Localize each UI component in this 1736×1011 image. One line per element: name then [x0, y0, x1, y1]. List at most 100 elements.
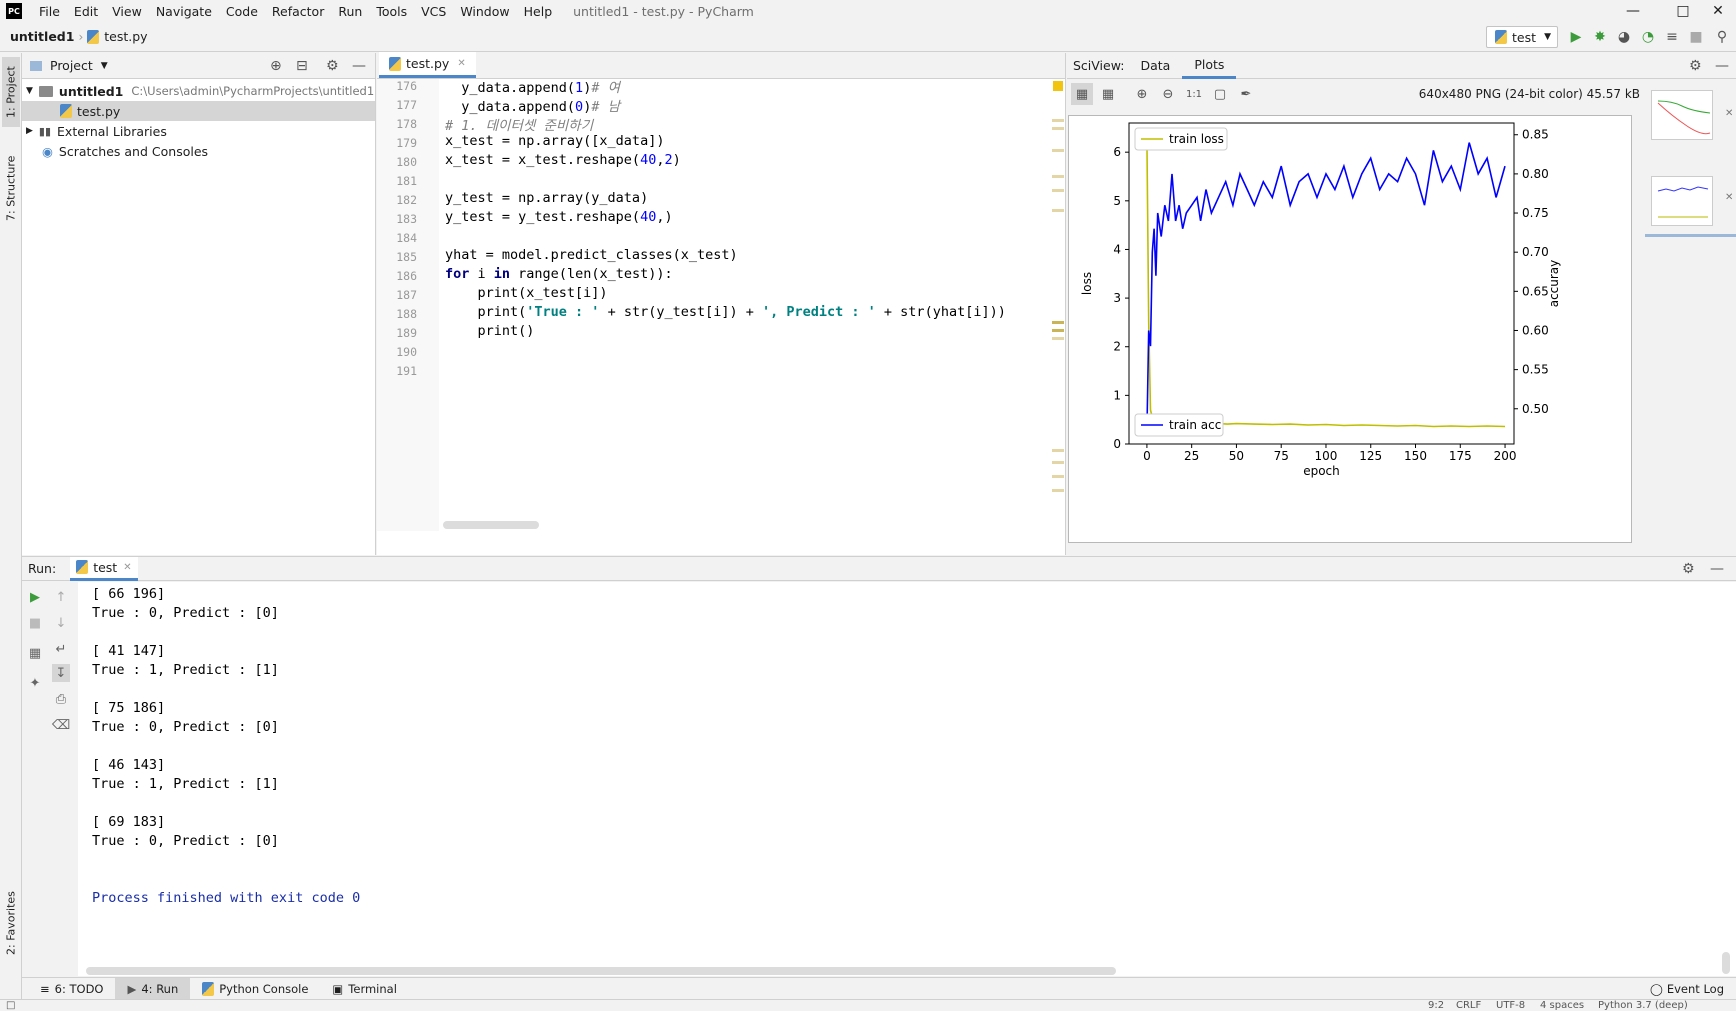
gear-icon[interactable]: ⚙: [1689, 58, 1702, 74]
tree-item-external-libraries[interactable]: ▶ ▮▮ External Libraries: [22, 121, 375, 141]
tab-data[interactable]: Data: [1128, 53, 1182, 79]
debug-icon[interactable]: ✸: [1592, 29, 1608, 45]
status-position[interactable]: 9:2: [1428, 1000, 1444, 1011]
tab-structure[interactable]: 7: Structure: [2, 143, 20, 233]
actual-size-button[interactable]: 1:1: [1183, 83, 1205, 105]
stripe-mark[interactable]: [1052, 475, 1064, 478]
hide-panel-icon[interactable]: —: [1710, 561, 1724, 577]
tab-plots[interactable]: Plots: [1182, 53, 1237, 79]
run-console[interactable]: [ 66 196] True : 0, Predict : [0] [ 41 1…: [78, 582, 1736, 976]
rerun-icon[interactable]: ▶: [26, 588, 44, 606]
close-thumbnail-icon[interactable]: ✕: [1725, 108, 1733, 119]
grid-icon[interactable]: ▦: [1097, 83, 1119, 105]
stripe-mark[interactable]: [1052, 461, 1064, 464]
stripe-mark[interactable]: [1052, 489, 1064, 492]
zoom-in-icon[interactable]: ⊕: [1131, 83, 1153, 105]
code-editor[interactable]: test.py ✕ 176 177 178 179 180 181 182 18…: [377, 52, 1066, 555]
minimize-icon[interactable]: —: [1610, 0, 1656, 22]
trash-icon[interactable]: ⌫: [52, 716, 70, 734]
status-encoding[interactable]: UTF-8: [1496, 1000, 1525, 1011]
editor-horizontal-scrollbar[interactable]: [443, 521, 539, 529]
search-icon[interactable]: ⚲: [1714, 29, 1730, 45]
tab-test-py[interactable]: test.py ✕: [379, 52, 476, 78]
pin-icon[interactable]: ✦: [26, 674, 44, 692]
soft-wrap-icon[interactable]: ↵: [52, 640, 70, 658]
plot-image[interactable]: 0 25 50 75 100 125 150 175 200 0 1 2 3 4 5 6 0.50 0.55 0.6…: [1068, 115, 1632, 543]
tab-run[interactable]: ▶ 4: Run: [115, 977, 191, 1000]
stripe-mark[interactable]: [1052, 329, 1064, 332]
stripe-mark[interactable]: [1052, 175, 1064, 178]
stripe-mark[interactable]: [1052, 321, 1064, 324]
color-picker-icon[interactable]: ✒: [1235, 83, 1257, 105]
tab-todo[interactable]: ≡ 6: TODO: [28, 978, 115, 1000]
warning-indicator-icon[interactable]: [1053, 81, 1063, 91]
menu-refactor[interactable]: Refactor: [265, 4, 331, 19]
hide-panel-icon[interactable]: —: [1715, 58, 1729, 74]
print-icon[interactable]: ⎙: [52, 690, 70, 708]
gear-icon[interactable]: ⚙: [1682, 561, 1695, 577]
stripe-mark[interactable]: [1052, 337, 1064, 340]
tree-item-project-root[interactable]: ▼ untitled1 C:\Users\admin\PycharmProjec…: [22, 81, 375, 101]
tab-python-console[interactable]: Python Console: [190, 978, 320, 1000]
menu-run[interactable]: Run: [331, 4, 369, 19]
menu-tools[interactable]: Tools: [369, 4, 414, 19]
chevron-down-icon[interactable]: ▼: [26, 86, 33, 96]
thumbnail-plot-2[interactable]: [1651, 176, 1713, 226]
tab-terminal[interactable]: ▣ Terminal: [320, 978, 408, 1000]
locate-file-icon[interactable]: ⊕: [270, 58, 282, 74]
status-interpreter[interactable]: Python 3.7 (deep): [1598, 1000, 1688, 1011]
tab-favorites[interactable]: 2: Favorites: [2, 883, 20, 963]
close-tab-icon[interactable]: ✕: [123, 562, 131, 573]
up-arrow-icon[interactable]: ↑: [52, 588, 70, 606]
run-tab-test[interactable]: test ✕: [70, 556, 138, 581]
stripe-mark[interactable]: [1052, 149, 1064, 152]
hide-panel-icon[interactable]: —: [352, 58, 366, 74]
stop-icon[interactable]: ■: [26, 614, 44, 632]
scroll-to-end-icon[interactable]: ↧: [52, 664, 70, 682]
stripe-mark[interactable]: [1052, 449, 1064, 452]
run-config-select[interactable]: test ▼: [1486, 26, 1558, 48]
console-horizontal-scrollbar[interactable]: [86, 967, 1116, 975]
status-indent[interactable]: 4 spaces: [1540, 1000, 1584, 1011]
menu-view[interactable]: View: [105, 4, 149, 19]
console-vertical-scrollbar[interactable]: [1722, 952, 1730, 974]
stripe-mark[interactable]: [1052, 189, 1064, 192]
code-area[interactable]: y_data.append(1)# 여 y_data.append(0)# 남 …: [377, 79, 1052, 531]
thumbnail-plot-1[interactable]: [1651, 90, 1713, 140]
coverage-icon[interactable]: ◕: [1616, 29, 1632, 45]
tree-item-test-py[interactable]: test.py: [22, 101, 375, 121]
menu-file[interactable]: File: [32, 4, 67, 19]
close-tab-icon[interactable]: ✕: [457, 58, 465, 69]
chevron-right-icon[interactable]: ▶: [26, 126, 33, 136]
menu-window[interactable]: Window: [453, 4, 516, 19]
stripe-mark[interactable]: [1052, 119, 1064, 122]
tree-item-scratches[interactable]: ◉ Scratches and Consoles: [22, 141, 375, 161]
close-thumbnail-icon[interactable]: ✕: [1725, 192, 1733, 203]
menu-vcs[interactable]: VCS: [414, 4, 453, 19]
fit-zoom-icon[interactable]: ▦: [1071, 83, 1093, 105]
event-log-button[interactable]: ◯ Event Log: [1638, 978, 1736, 1000]
gear-icon[interactable]: ⚙: [326, 58, 339, 74]
stripe-mark[interactable]: [1052, 127, 1064, 130]
run-icon[interactable]: ▶: [1568, 29, 1584, 45]
tab-project[interactable]: 1: Project: [2, 57, 20, 127]
breadcrumb-project[interactable]: untitled1: [10, 29, 74, 44]
zoom-out-icon[interactable]: ⊖: [1157, 83, 1179, 105]
concurrency-icon[interactable]: ≡: [1664, 29, 1680, 45]
status-layout-icon[interactable]: □: [6, 1000, 15, 1011]
menu-navigate[interactable]: Navigate: [149, 4, 219, 19]
menu-edit[interactable]: Edit: [67, 4, 105, 19]
stripe-mark[interactable]: [1052, 209, 1064, 212]
chevron-down-icon[interactable]: ▼: [101, 61, 108, 71]
status-line-separator[interactable]: CRLF: [1456, 1000, 1481, 1011]
profile-icon[interactable]: ◔: [1640, 29, 1656, 45]
menu-help[interactable]: Help: [517, 4, 560, 19]
restore-layout-icon[interactable]: ▦: [26, 644, 44, 662]
fit-window-icon[interactable]: ▢: [1209, 83, 1231, 105]
project-view-select[interactable]: Project: [50, 58, 93, 73]
down-arrow-icon[interactable]: ↓: [52, 614, 70, 632]
close-window-icon[interactable]: ✕: [1700, 0, 1736, 22]
stop-icon[interactable]: ■: [1688, 29, 1704, 45]
breadcrumb-file[interactable]: test.py: [104, 29, 147, 44]
collapse-all-icon[interactable]: ⊟: [296, 58, 308, 74]
